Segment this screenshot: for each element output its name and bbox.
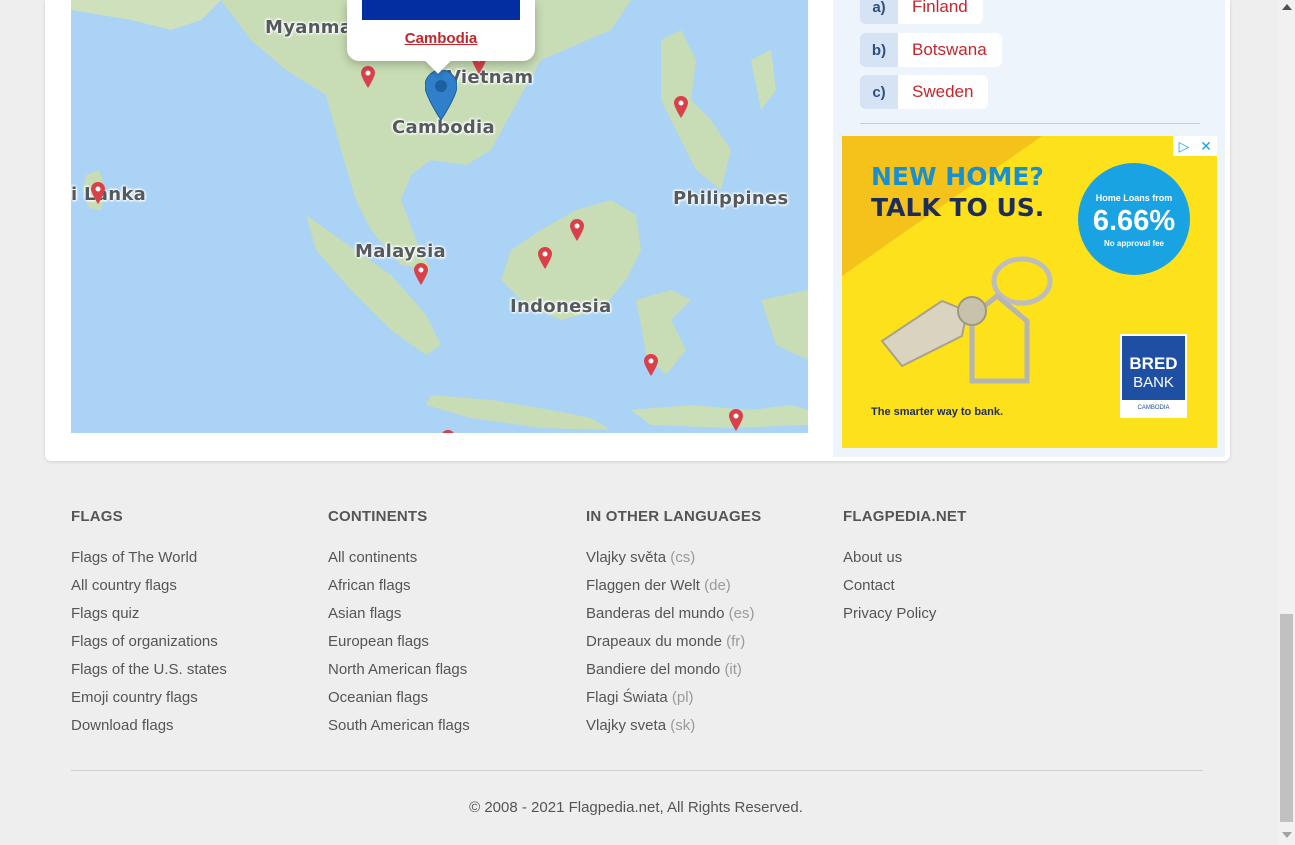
footer-language-link[interactable]: Vlajky sveta (sk) bbox=[586, 717, 761, 745]
answer-letter: a) bbox=[860, 0, 898, 24]
popup-country-link[interactable]: Cambodia bbox=[347, 30, 535, 47]
bank-logo-line-3: CAMBODIA bbox=[1122, 400, 1185, 416]
footer-link[interactable]: Flags of the U.S. states bbox=[71, 661, 227, 689]
footer-link[interactable]: Oceanian flags bbox=[328, 689, 470, 717]
footer-heading-languages: IN OTHER LANGUAGES bbox=[586, 508, 762, 525]
footer-link[interactable]: All continents bbox=[328, 549, 470, 577]
answer-name: Finland bbox=[898, 0, 983, 24]
footer-link[interactable]: African flags bbox=[328, 577, 470, 605]
footer-divider bbox=[71, 770, 1203, 771]
map-label-philippines: Philippines bbox=[673, 188, 789, 209]
bank-logo: BRED BANK CAMBODIA bbox=[1120, 334, 1187, 418]
map-marker[interactable] bbox=[674, 96, 688, 118]
map-label-vietnam: Vietnam bbox=[447, 67, 534, 88]
language-code: (es) bbox=[728, 605, 755, 622]
ad-controls: ▷ ✕ bbox=[1173, 136, 1217, 156]
language-code: (fr) bbox=[726, 633, 746, 650]
footer-column-continents: CONTINENTS All continents African flags … bbox=[328, 508, 470, 745]
footer-heading-flags: FLAGS bbox=[71, 508, 123, 525]
language-link-text: Vlajky sveta bbox=[586, 717, 667, 734]
language-link-text: Bandiere del mondo bbox=[586, 661, 721, 678]
quiz-panel: a) Finland b) Botswana c) Sweden NEW HOM… bbox=[833, 0, 1225, 457]
footer-language-link[interactable]: Banderas del mundo (es) bbox=[586, 605, 761, 633]
ad-rate-caption: Home Loans from bbox=[1095, 193, 1173, 203]
footer-link[interactable]: Asian flags bbox=[328, 605, 470, 633]
footer-column-site: FLAGPEDIA.NET About us Contact Privacy P… bbox=[843, 508, 966, 633]
language-link-text: Flagi Świata bbox=[586, 689, 668, 706]
quiz-answer-b[interactable]: b) Botswana bbox=[860, 33, 1002, 67]
close-icon[interactable]: ✕ bbox=[1195, 136, 1217, 156]
footer-column-languages: IN OTHER LANGUAGES Vlajky světa (cs) Fla… bbox=[586, 508, 761, 745]
footer-language-link[interactable]: Vlajky světa (cs) bbox=[586, 549, 761, 577]
quiz-answer-c[interactable]: c) Sweden bbox=[860, 75, 989, 109]
map-marker[interactable] bbox=[414, 263, 428, 285]
answer-letter: b) bbox=[860, 33, 898, 67]
ad-tagline: The smarter way to bank. bbox=[871, 406, 1004, 418]
language-code: (sk) bbox=[670, 717, 696, 734]
map-marker[interactable] bbox=[644, 354, 658, 376]
footer-link[interactable]: North American flags bbox=[328, 661, 470, 689]
language-code: (cs) bbox=[670, 549, 696, 566]
scroll-down-icon[interactable] bbox=[1282, 832, 1292, 838]
scrollbar-thumb[interactable] bbox=[1280, 614, 1293, 822]
ad-rate-badge: Home Loans from 6.66% No approval fee bbox=[1078, 163, 1190, 275]
map-label-cambodia: Cambodia bbox=[392, 117, 495, 138]
quiz-divider bbox=[860, 123, 1200, 124]
answer-name: Sweden bbox=[898, 75, 989, 109]
footer-link[interactable]: All country flags bbox=[71, 577, 227, 605]
footer-link[interactable]: Flags of organizations bbox=[71, 633, 227, 661]
ad-rate-note: No approval fee bbox=[1103, 239, 1164, 248]
language-link-text: Flaggen der Welt bbox=[586, 577, 700, 594]
language-code: (it) bbox=[724, 661, 742, 678]
map-marker[interactable] bbox=[91, 182, 105, 204]
footer-link[interactable]: Flags of The World bbox=[71, 549, 227, 577]
answer-letter: c) bbox=[860, 75, 898, 109]
language-link-text: Banderas del mundo bbox=[586, 605, 725, 622]
adchoices-icon[interactable]: ▷ bbox=[1173, 136, 1195, 156]
map-label-sri-lanka: i Lanka bbox=[71, 184, 147, 205]
map-marker[interactable] bbox=[570, 219, 584, 241]
footer-link[interactable]: Emoji country flags bbox=[71, 689, 227, 717]
page-scrollbar[interactable] bbox=[1278, 0, 1295, 845]
language-link-text: Drapeaux du monde bbox=[586, 633, 722, 650]
map-marker[interactable] bbox=[361, 66, 375, 88]
language-code: (pl) bbox=[671, 689, 694, 706]
cambodia-flag-image[interactable] bbox=[362, 0, 520, 20]
bank-logo-line-2: BANK bbox=[1133, 374, 1174, 391]
footer-language-link[interactable]: Flagi Świata (pl) bbox=[586, 689, 761, 717]
language-link-text: Vlajky světa bbox=[586, 549, 667, 566]
footer-language-link[interactable]: Drapeaux du monde (fr) bbox=[586, 633, 761, 661]
copyright-text: © 2008 - 2021 Flagpedia.net, All Rights … bbox=[469, 799, 803, 816]
footer-heading-site: FLAGPEDIA.NET bbox=[843, 508, 967, 525]
quiz-answer-a[interactable]: a) Finland bbox=[860, 0, 983, 24]
footer-link[interactable]: About us bbox=[843, 549, 966, 577]
keys-icon bbox=[880, 256, 1053, 384]
map-label-malaysia: Malaysia bbox=[355, 241, 446, 262]
footer-column-flags: FLAGS Flags of The World All country fla… bbox=[71, 508, 227, 745]
footer-link[interactable]: Download flags bbox=[71, 717, 227, 745]
ad-headline: NEW HOME? bbox=[871, 162, 1044, 191]
footer-language-link[interactable]: Bandiere del mondo (it) bbox=[586, 661, 761, 689]
bank-logo-line-1: BRED bbox=[1129, 354, 1178, 373]
scroll-up-icon[interactable] bbox=[1282, 4, 1292, 10]
map-marker[interactable] bbox=[538, 247, 552, 269]
footer-link[interactable]: European flags bbox=[328, 633, 470, 661]
footer-language-link[interactable]: Flaggen der Welt (de) bbox=[586, 577, 761, 605]
map-label-indonesia: Indonesia bbox=[510, 296, 612, 317]
answer-name: Botswana bbox=[898, 33, 1002, 67]
language-code: (de) bbox=[704, 577, 731, 594]
map-marker[interactable] bbox=[729, 409, 743, 431]
footer-link[interactable]: Contact bbox=[843, 577, 966, 605]
footer-heading-continents: CONTINENTS bbox=[328, 508, 428, 525]
selected-map-marker[interactable] bbox=[425, 70, 457, 120]
ad-subheadline: TALK TO US. bbox=[871, 193, 1045, 222]
map-marker[interactable] bbox=[441, 430, 455, 433]
map-label-myanmar: Myanma bbox=[265, 17, 353, 38]
footer-link[interactable]: South American flags bbox=[328, 717, 470, 745]
map-popup: Cambodia bbox=[347, 0, 535, 74]
footer-link[interactable]: Flags quiz bbox=[71, 605, 227, 633]
footer-link[interactable]: Privacy Policy bbox=[843, 605, 966, 633]
ad-rate-value: 6.66% bbox=[1092, 205, 1176, 237]
advertisement-banner[interactable]: NEW HOME? TALK TO US. Home Loans from 6.… bbox=[842, 136, 1217, 448]
